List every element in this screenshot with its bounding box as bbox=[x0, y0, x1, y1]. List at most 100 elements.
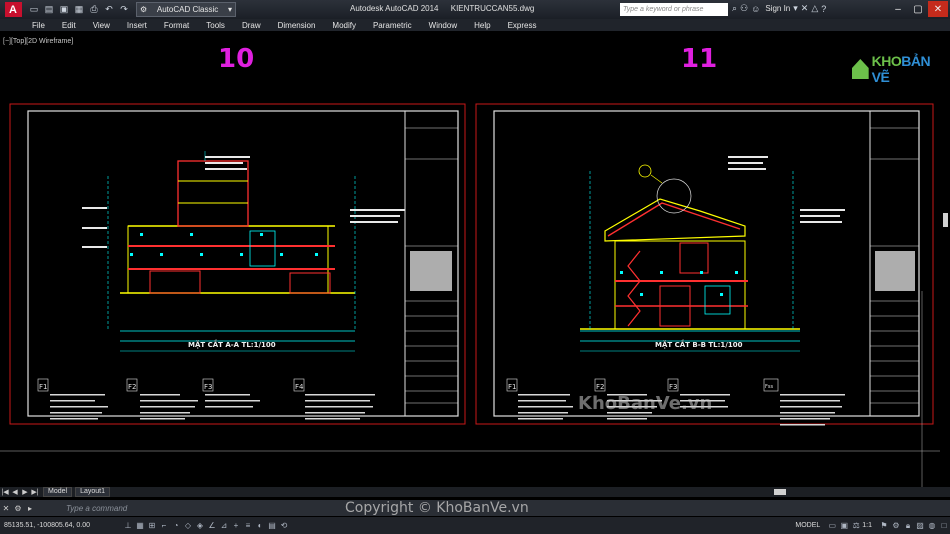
sheet-border-11 bbox=[475, 103, 934, 425]
vertical-scroll-thumb[interactable] bbox=[943, 213, 948, 227]
menu-edit[interactable]: Edit bbox=[52, 21, 83, 30]
menu-parametric[interactable]: Parametric bbox=[363, 21, 419, 30]
house-icon bbox=[852, 59, 869, 79]
command-prompt-icon: ▸ bbox=[27, 503, 32, 513]
menu-dimension[interactable]: Dimension bbox=[268, 21, 323, 30]
menu-help[interactable]: Help bbox=[464, 21, 497, 30]
lineweight-icon[interactable]: ≡ bbox=[242, 520, 254, 531]
workspace-dropdown[interactable]: ⚙ AutoCAD Classic ▾ bbox=[136, 2, 236, 17]
osnap-icon[interactable]: ◇ bbox=[182, 520, 194, 531]
section-title-a-a: MẶT CẮT A-A TL:1/100 bbox=[188, 339, 276, 349]
stay-connected-icon[interactable]: △ bbox=[811, 3, 818, 14]
ducs-icon[interactable]: ⊿ bbox=[218, 520, 230, 531]
3d-osnap-icon[interactable]: ◈ bbox=[194, 520, 206, 531]
save-as-icon[interactable]: ▦ bbox=[73, 4, 85, 16]
sign-in-link[interactable]: Sign In bbox=[765, 4, 790, 13]
autocad-logo-icon: A bbox=[4, 2, 22, 17]
menu-view[interactable]: View bbox=[83, 21, 117, 30]
infer-constraints-icon[interactable]: ⊥ bbox=[122, 520, 134, 531]
snap-icon[interactable]: ▦ bbox=[134, 520, 146, 531]
menu-insert[interactable]: Insert bbox=[117, 21, 154, 30]
khobanve-logo: KHOBẢN VẼ bbox=[852, 53, 938, 85]
last-tab-icon[interactable]: ▶| bbox=[30, 488, 40, 496]
menu-express[interactable]: Express bbox=[498, 21, 544, 30]
binoculars-icon[interactable]: ⚇ bbox=[740, 3, 748, 14]
ortho-icon[interactable]: ⌐ bbox=[158, 520, 170, 531]
search-icon[interactable]: ⌕ bbox=[732, 3, 737, 14]
next-tab-icon[interactable]: ▶ bbox=[20, 488, 30, 496]
menu-file[interactable]: File bbox=[22, 21, 52, 30]
customize-icon[interactable]: ⚙ bbox=[12, 504, 24, 513]
plot-icon[interactable]: ⎙ bbox=[88, 4, 100, 16]
menu-format[interactable]: Format bbox=[154, 21, 196, 30]
help-icon[interactable]: ? bbox=[821, 4, 826, 14]
quick-view-drawings-icon[interactable]: ▣ bbox=[838, 520, 850, 531]
workspace-value: AutoCAD Classic bbox=[156, 5, 219, 14]
user-icon[interactable]: ☺ bbox=[751, 4, 760, 14]
window-title: Autodesk AutoCAD 2014 KIENTRUCCAN55.dwg bbox=[350, 4, 544, 13]
svg-text:F1: F1 bbox=[39, 383, 47, 391]
close-button[interactable]: ✕ bbox=[928, 1, 948, 17]
quick-properties-icon[interactable]: ▤ bbox=[266, 520, 278, 531]
clean-screen-icon[interactable]: □ bbox=[938, 520, 950, 531]
lock-icon[interactable]: 🔒︎ bbox=[902, 520, 914, 531]
search-input[interactable]: Type a keyword or phrase bbox=[620, 3, 728, 16]
horizontal-scroll-thumb[interactable] bbox=[774, 489, 786, 495]
isolate-objects-icon[interactable]: ◍ bbox=[926, 520, 938, 531]
new-icon[interactable]: ▭ bbox=[28, 4, 40, 16]
svg-text:F3: F3 bbox=[669, 383, 677, 391]
dyn-icon[interactable]: + bbox=[230, 520, 242, 531]
menu-modify[interactable]: Modify bbox=[322, 21, 363, 30]
legend-10: F1 F2 F3 F4 bbox=[37, 378, 375, 420]
first-tab-icon[interactable]: |◀ bbox=[0, 488, 10, 496]
drawing-canvas[interactable]: [−][Top][2D Wireframe] 10 11 MẶT CẮT A-A… bbox=[0, 31, 950, 487]
minimize-button[interactable]: – bbox=[888, 1, 908, 17]
drawing-svg: MẶT CẮT A-A TL:1/100 F1 F2 F3 F4 MẶT CẮT… bbox=[0, 103, 940, 487]
hardware-acceleration-icon[interactable]: ▨ bbox=[914, 520, 926, 531]
status-bar: 85135.51, -100805.64, 0.00 ⊥ ▦ ⊞ ⌐ ◔ ◇ ◈… bbox=[0, 517, 950, 534]
vertical-scrollbar[interactable] bbox=[941, 63, 950, 483]
coordinates-readout[interactable]: 85135.51, -100805.64, 0.00 bbox=[4, 522, 122, 529]
prev-tab-icon[interactable]: ◀ bbox=[10, 488, 20, 496]
section-title-b-b: MẶT CẮT B-B TL:1/100 bbox=[655, 339, 743, 349]
workspace-switching-icon[interactable]: ⚙ bbox=[890, 520, 902, 531]
exchange-icon[interactable]: ✕ bbox=[801, 3, 809, 14]
close-command-line-icon[interactable]: ✕ bbox=[0, 504, 12, 513]
redo-icon[interactable]: ↷ bbox=[118, 4, 130, 16]
transparency-icon[interactable]: ◐ bbox=[254, 520, 266, 531]
selection-cycling-icon[interactable]: ⟲ bbox=[278, 520, 290, 531]
open-icon[interactable]: ▤ bbox=[43, 4, 55, 16]
menu-draw[interactable]: Draw bbox=[232, 21, 268, 30]
horizontal-scrollbar[interactable] bbox=[100, 489, 945, 495]
copyright-watermark: Copyright © KhoBanVe.vn bbox=[345, 500, 529, 516]
title-bar: A ▭ ▤ ▣ ▦ ⎙ ↶ ↷ ⚙ AutoCAD Classic ▾ Auto… bbox=[0, 0, 950, 19]
sheet-11: MẶT CẮT B-B TL:1/100 F1 F2 F3 Fss bbox=[493, 110, 920, 426]
chevron-down-icon: ▾ bbox=[227, 5, 232, 14]
menu-tools[interactable]: Tools bbox=[196, 21, 232, 30]
menu-bar: File Edit View Insert Format Tools Draw … bbox=[0, 19, 950, 31]
sheet-10: MẶT CẮT A-A TL:1/100 F1 F2 F3 F4 bbox=[27, 110, 459, 420]
save-icon[interactable]: ▣ bbox=[58, 4, 70, 16]
annotation-scale[interactable]: 1:1 bbox=[862, 522, 872, 529]
file-name: KIENTRUCCAN55.dwg bbox=[450, 4, 535, 13]
grid-icon[interactable]: ⊞ bbox=[146, 520, 158, 531]
svg-text:F2: F2 bbox=[128, 383, 136, 391]
application-menu-button[interactable]: A bbox=[0, 0, 26, 19]
polar-icon[interactable]: ◔ bbox=[170, 520, 182, 531]
app-name: Autodesk AutoCAD 2014 bbox=[350, 4, 439, 13]
annotation-scale-icon[interactable]: ⚖ bbox=[850, 520, 862, 531]
svg-text:F1: F1 bbox=[508, 383, 516, 391]
menu-window[interactable]: Window bbox=[419, 21, 464, 30]
model-space-toggle[interactable]: MODEL bbox=[795, 522, 820, 529]
chevron-down-icon[interactable]: ▾ bbox=[793, 3, 798, 14]
workspace-gear-icon: ⚙ bbox=[140, 5, 148, 14]
maximize-button[interactable]: ▢ bbox=[908, 1, 928, 17]
otrack-icon[interactable]: ∠ bbox=[206, 520, 218, 531]
svg-text:F3: F3 bbox=[204, 383, 212, 391]
tab-model[interactable]: Model bbox=[43, 487, 73, 497]
quick-view-layouts-icon[interactable]: ▭ bbox=[826, 520, 838, 531]
undo-icon[interactable]: ↶ bbox=[103, 4, 115, 16]
annotation-visibility-icon[interactable]: ⚑ bbox=[878, 520, 890, 531]
svg-text:F4: F4 bbox=[295, 383, 304, 391]
command-input[interactable]: Type a command bbox=[66, 504, 127, 513]
